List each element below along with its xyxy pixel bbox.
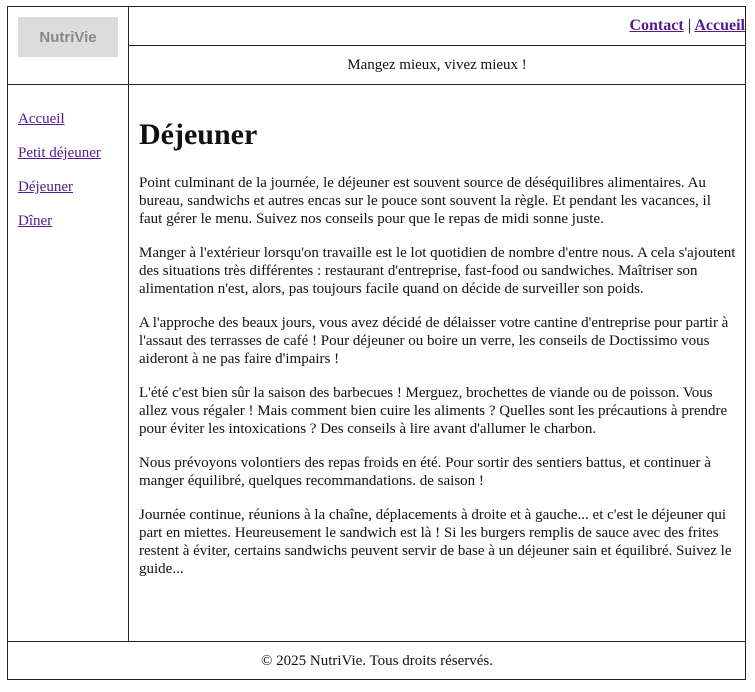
sidebar-divider — [128, 7, 129, 641]
nav-link-contact[interactable]: Contact — [629, 17, 683, 34]
sidebar-item-diner[interactable]: Dîner — [18, 213, 101, 247]
article-paragraph: A l'approche des beaux jours, vous avez … — [139, 315, 729, 367]
article-paragraph: Point culminant de la journée, le déjeun… — [139, 175, 711, 227]
sidebar: Accueil Petit déjeuner Déjeuner Dîner — [18, 111, 101, 247]
footer-copyright: © 2025 NutriVie. Tous droits réservés. — [260, 653, 494, 669]
article-paragraph: L'été c'est bien sûr la saison des barbe… — [139, 385, 728, 437]
nav-link-accueil[interactable]: Accueil — [694, 17, 745, 34]
header-bottom-border — [8, 84, 746, 85]
logo[interactable]: NutriVie — [18, 17, 118, 57]
article-paragraph: Journée continue, réunions à la chaîne, … — [139, 507, 732, 577]
sidebar-item-dejeuner[interactable]: Déjeuner — [18, 179, 101, 213]
sidebar-item-petit-dejeuner[interactable]: Petit déjeuner — [18, 145, 101, 179]
article-paragraph: Nous prévoyons volontiers des repas froi… — [139, 455, 711, 489]
sidebar-item-accueil[interactable]: Accueil — [18, 111, 101, 145]
tagline: Mangez mieux, vivez mieux ! — [347, 57, 527, 73]
nav-separator: | — [687, 17, 692, 34]
top-nav: Contact | Accueil — [629, 17, 745, 35]
page-title: Déjeuner — [139, 118, 258, 151]
footer-top-border — [8, 641, 746, 642]
main-content: Déjeuner Point culminant de la journée, … — [139, 114, 737, 594]
header-divider — [129, 45, 746, 46]
article-paragraph: Manger à l'extérieur lorsqu'on travaille… — [139, 245, 736, 297]
